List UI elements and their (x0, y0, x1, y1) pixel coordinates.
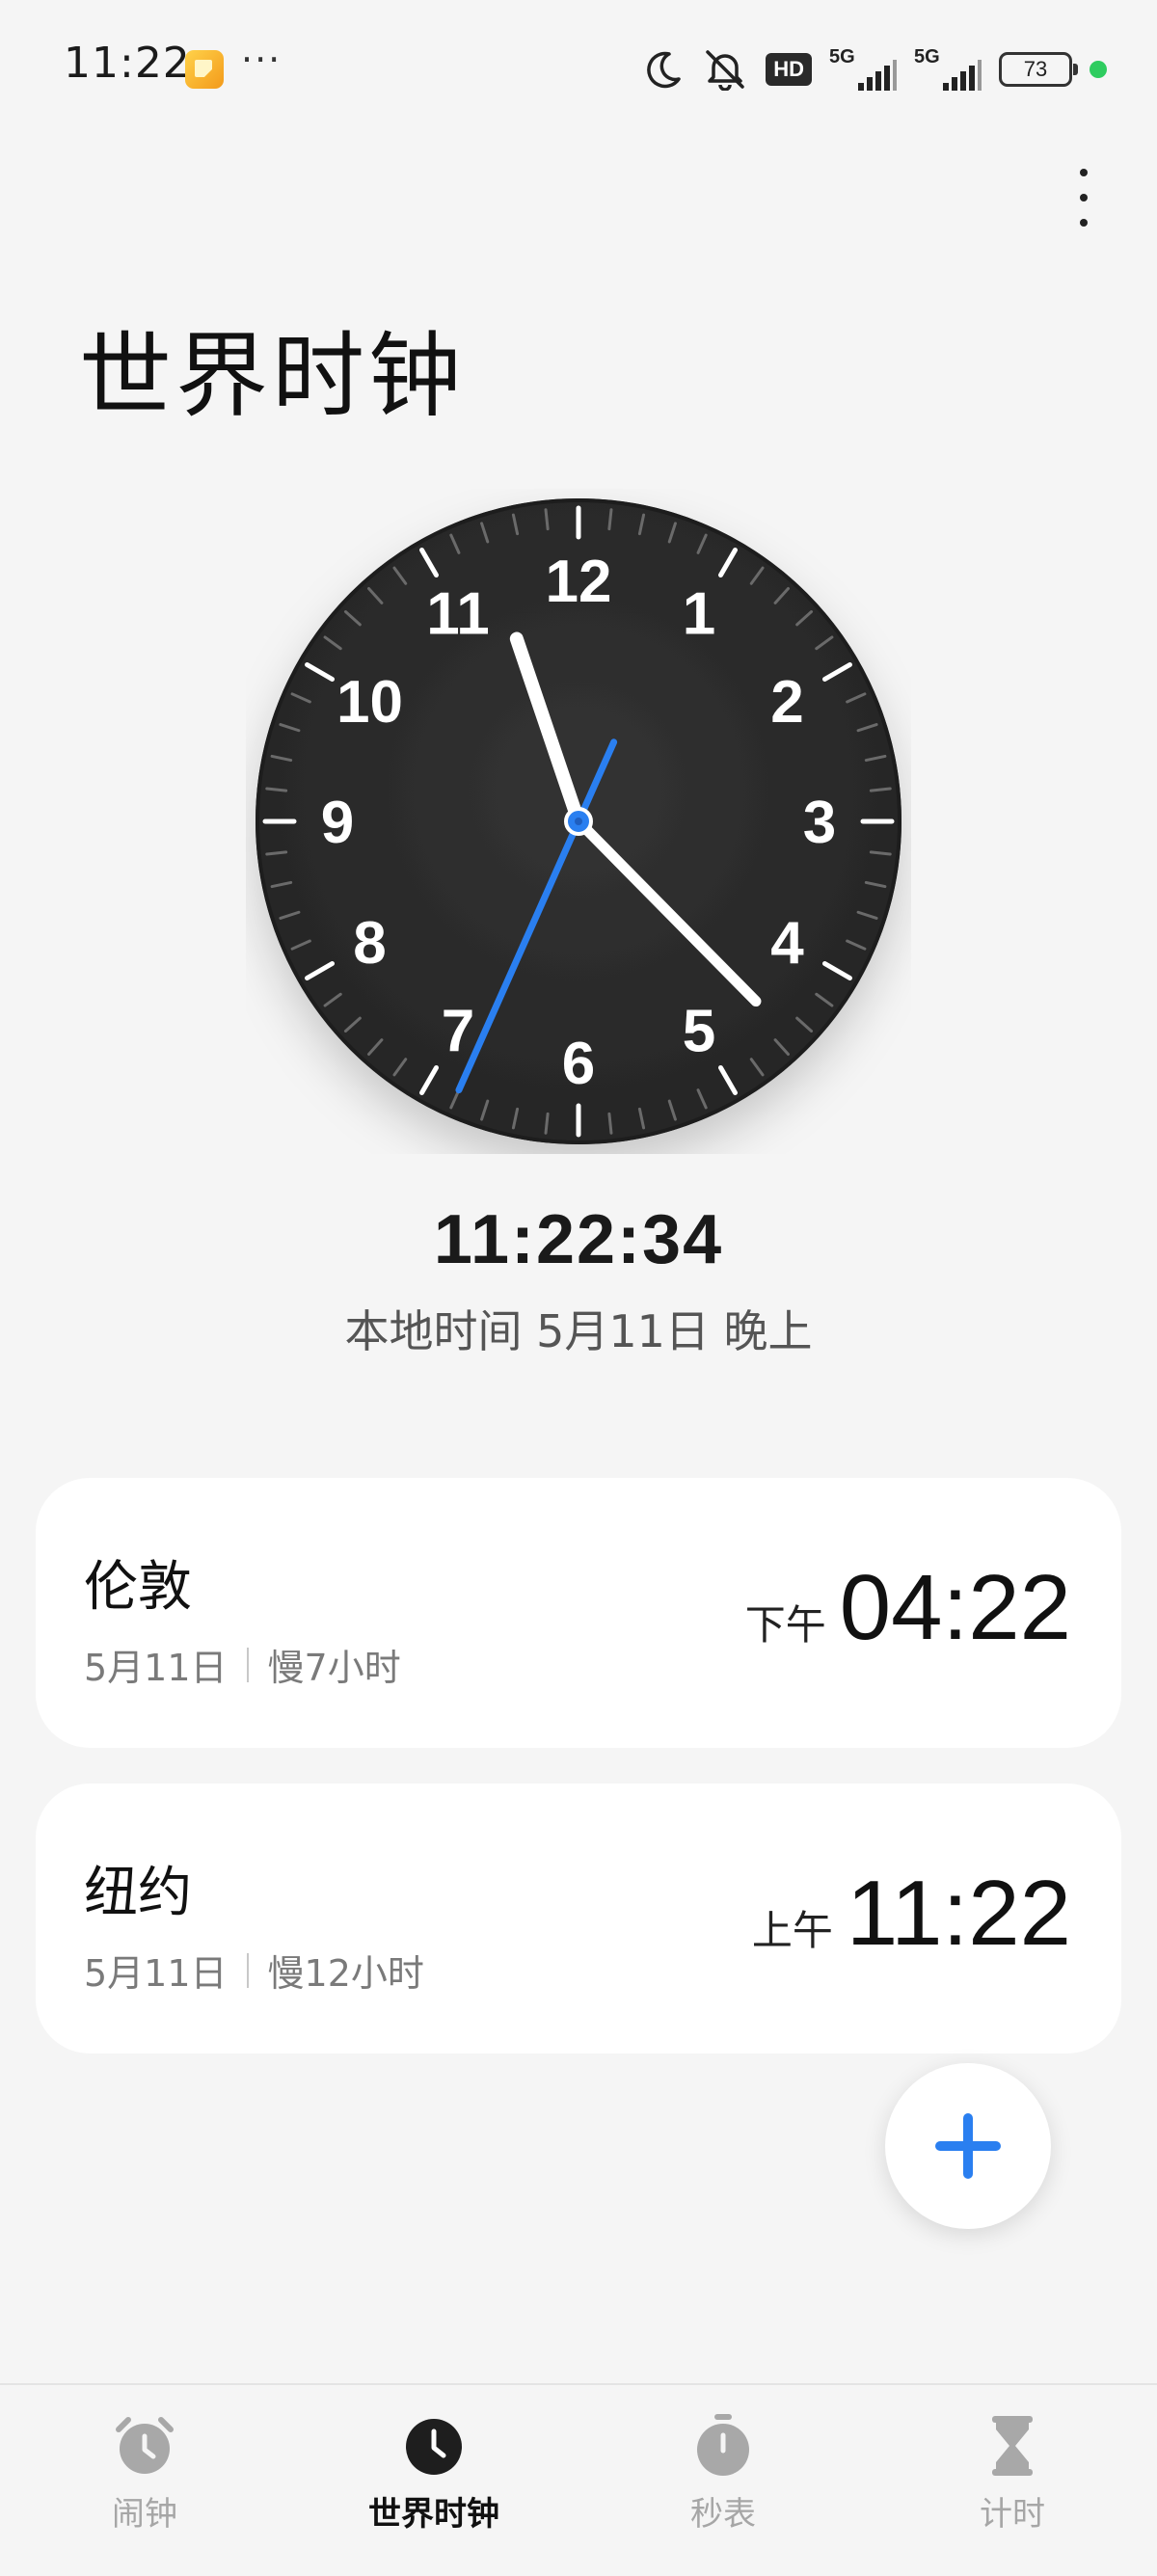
local-date-label: 本地时间 5月11日 晚上 (344, 1305, 813, 1357)
dial-number: 9 (321, 790, 354, 856)
city-time: 下午 04:22 (745, 1555, 1071, 1661)
city-meta: 5月11日 慢7小时 (84, 1638, 401, 1691)
nav-tab-world-clock[interactable]: 世界时钟 (289, 2385, 578, 2576)
dial-number: 1 (683, 580, 715, 647)
dial-number: 3 (803, 790, 836, 856)
city-date: 5月11日 (84, 1647, 228, 1689)
minute-tick (869, 787, 892, 792)
status-icons: HD 5G 5G 73 (642, 42, 1107, 96)
dial-number: 6 (562, 1031, 595, 1097)
city-name: 纽约 (84, 1862, 192, 1924)
privacy-indicator-dot (1090, 61, 1107, 78)
meta-divider (246, 1647, 249, 1682)
battery-level: 73 (1023, 57, 1048, 81)
clock-center-dot (575, 818, 582, 825)
notes-app-notification-icon (185, 50, 224, 89)
city-card-london[interactable]: 伦敦 5月11日 慢7小时 下午 04:22 (36, 1478, 1121, 1748)
dial-number: 7 (442, 999, 474, 1065)
nav-label: 闹钟 (112, 2495, 177, 2534)
nav-label: 秒表 (690, 2495, 756, 2534)
nav-tab-stopwatch[interactable]: 秒表 (578, 2385, 868, 2576)
dial-number: 12 (546, 549, 612, 615)
dial-number: 10 (336, 669, 403, 736)
city-clock-time: 04:22 (839, 1556, 1071, 1659)
signal-bars-icon-2 (943, 60, 982, 91)
status-bar: 11:22 ··· HD 5G 5G 73 (0, 0, 1157, 135)
network-type-label: 5G (829, 46, 855, 67)
minute-tick (607, 508, 613, 531)
minute-tick (869, 850, 892, 856)
minute-tick (265, 850, 288, 856)
dial-number: 8 (353, 910, 386, 977)
alarm-clock-icon (116, 2417, 174, 2474)
city-card-new-york[interactable]: 纽约 5月11日 慢12小时 上午 11:22 (36, 1784, 1121, 2053)
city-ampm: 下午 (744, 1601, 826, 1649)
mute-bell-icon (706, 50, 744, 91)
minute-tick (544, 508, 550, 531)
dial-number: 4 (770, 910, 804, 977)
nav-label: 计时 (980, 2495, 1045, 2534)
nav-tab-alarm[interactable]: 闹钟 (0, 2385, 289, 2576)
minute-tick (607, 1112, 613, 1135)
minute-tick (544, 1112, 550, 1135)
city-offset: 慢12小时 (267, 1952, 424, 1995)
dial-number: 5 (683, 999, 715, 1065)
plus-icon (935, 2113, 1001, 2179)
meta-divider (246, 1952, 249, 1988)
clock-face: 12 1234567891011 (256, 498, 901, 1144)
city-offset: 慢7小时 (267, 1647, 401, 1689)
signal-strength-icon-2: 5G (914, 46, 982, 93)
page-title: 世界时钟 (79, 322, 465, 430)
dial-number: 11 (426, 580, 490, 647)
city-name: 伦敦 (84, 1556, 192, 1619)
battery-icon: 73 (999, 52, 1078, 87)
do-not-disturb-moon-icon (647, 51, 681, 89)
bottom-navigation: 闹钟 世界时钟 秒表 计时 (0, 2383, 1157, 2576)
signal-bars-icon (858, 60, 897, 91)
stopwatch-icon (697, 2414, 749, 2476)
hourglass-icon (992, 2416, 1033, 2476)
local-digital-time: 11:22:34 (433, 1201, 724, 1278)
more-dot-icon (1080, 194, 1088, 201)
status-time: 11:22 (64, 39, 191, 88)
city-ampm: 上午 (751, 1907, 833, 1954)
city-meta: 5月11日 慢12小时 (84, 1944, 424, 1997)
analog-clock: 12 1 2 3 4 5 6 7 8 9 10 11 (246, 489, 911, 1154)
more-notifications-indicator: ··· (241, 39, 283, 81)
clock-icon (406, 2419, 462, 2475)
add-city-button[interactable] (885, 2063, 1051, 2229)
minute-tick (265, 787, 288, 792)
nav-tab-timer[interactable]: 计时 (868, 2385, 1157, 2576)
more-options-button[interactable] (1064, 164, 1103, 231)
signal-strength-icon: 5G (829, 46, 897, 93)
city-date: 5月11日 (84, 1952, 228, 1995)
city-time: 上午 11:22 (752, 1861, 1071, 1967)
more-dot-icon (1080, 219, 1088, 227)
city-clock-time: 11:22 (846, 1862, 1071, 1965)
dial-number: 2 (770, 669, 803, 736)
network-type-label-2: 5G (914, 46, 940, 67)
nav-label: 世界时钟 (368, 2495, 499, 2534)
more-dot-icon (1080, 169, 1088, 176)
hd-voice-badge: HD (766, 53, 812, 86)
